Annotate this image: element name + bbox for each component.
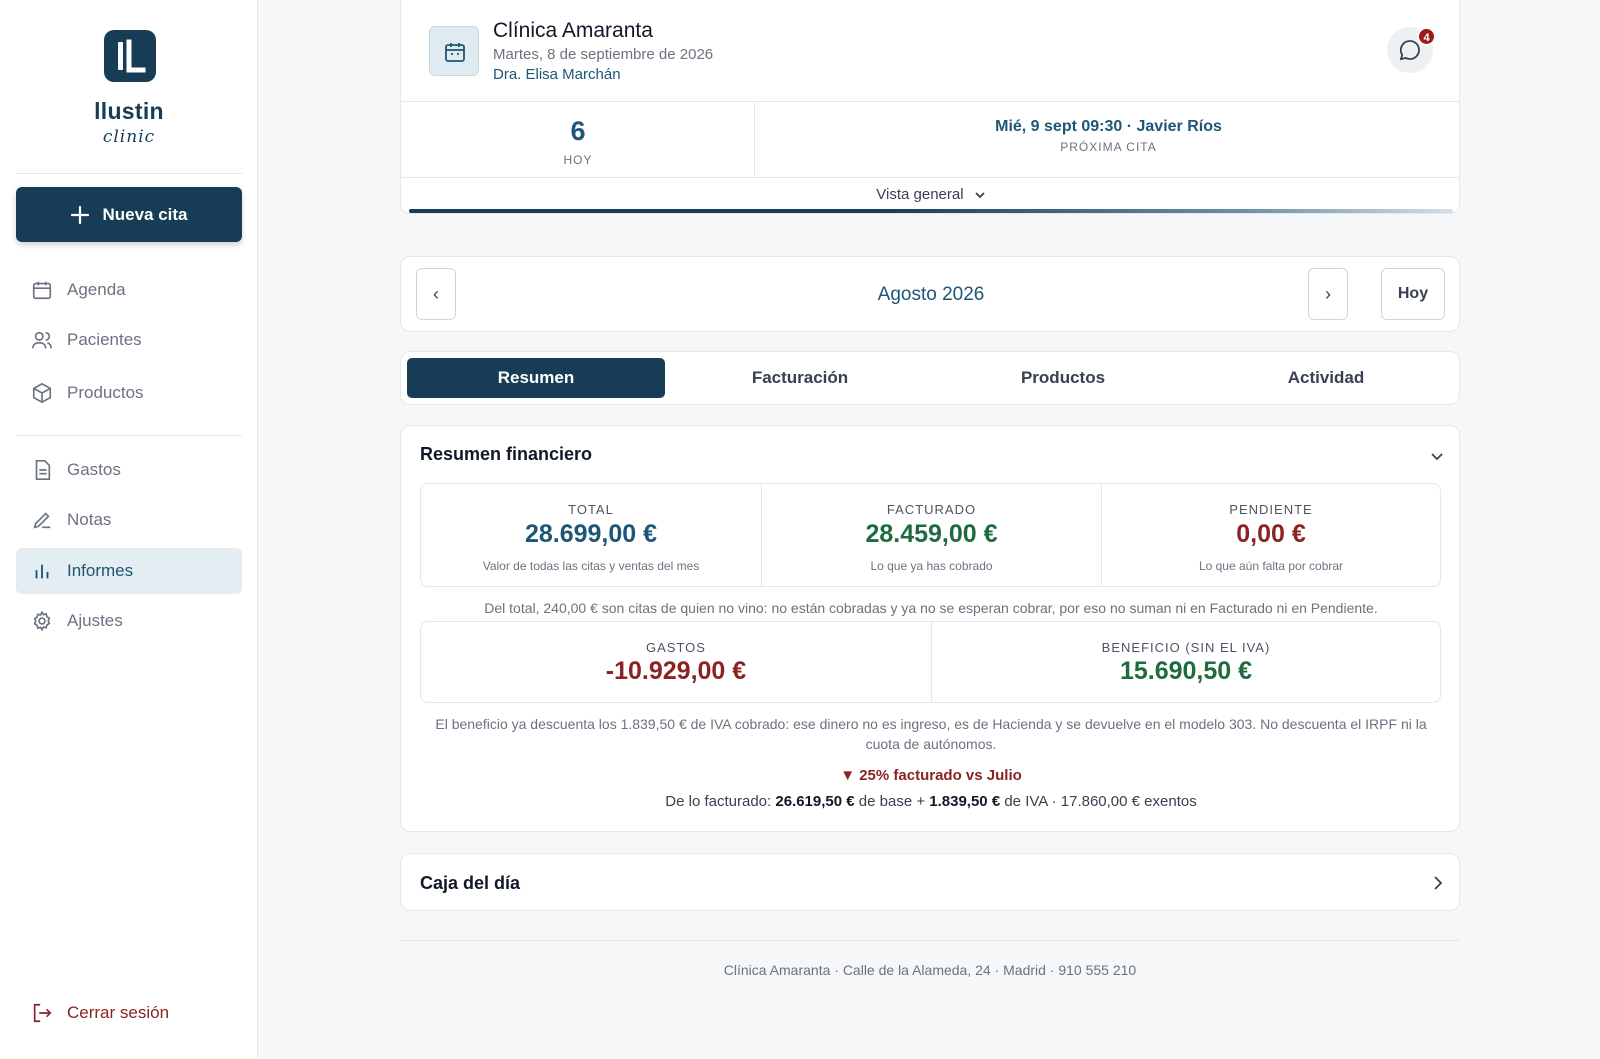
sidebar-item-ajustes[interactable]: Ajustes: [16, 598, 242, 644]
sidebar-divider: [16, 173, 242, 174]
logo-mark-icon: [118, 39, 146, 73]
sidebar-item-gastos[interactable]: Gastos: [16, 447, 242, 493]
profit-label: BENEFICIO (SIN EL IVA): [1101, 640, 1271, 655]
clinic-name: Clínica Amaranta: [493, 19, 653, 42]
current-date: Martes, 8 de septiembre de 2026: [493, 46, 714, 63]
today-label: HOY: [563, 153, 593, 167]
invoiced-breakdown: De lo facturado: 26.619,50 € de base + 1…: [401, 793, 1461, 810]
pencil-icon: [33, 512, 51, 529]
document-icon: [35, 460, 51, 480]
clinic-header: Clínica Amaranta Martes, 8 de septiembre…: [400, 0, 1460, 214]
sidebar-item-label: Ajustes: [67, 611, 123, 630]
sidebar-item-pacientes[interactable]: Pacientes: [16, 317, 242, 363]
invoiced-description: Lo que ya has cobrado: [870, 559, 993, 573]
month-title: Agosto 2026: [877, 284, 985, 305]
invoiced-trend: ▼ 25% facturado vs Julio: [840, 767, 1022, 784]
sidebar-item-agenda[interactable]: Agenda: [16, 267, 242, 313]
tab-facturacion[interactable]: Facturación: [671, 358, 929, 398]
brand-subtitle: clinic: [102, 127, 156, 147]
logout-label: Cerrar sesión: [67, 1003, 170, 1022]
report-tabs: Resumen Facturación Productos Actividad: [400, 351, 1460, 405]
sidebar-item-label: Gastos: [67, 460, 121, 479]
sidebar-divider: [16, 435, 242, 436]
sidebar-item-label: Notas: [67, 510, 112, 529]
chevron-down-icon[interactable]: [1429, 448, 1445, 464]
expenses-label: GASTOS: [646, 640, 706, 655]
month-navigator: ‹ Agosto 2026 › Hoy: [400, 256, 1460, 332]
header-progress-bar: [409, 209, 1453, 213]
cash-box-card[interactable]: Caja del día: [400, 853, 1460, 911]
invoiced-value: 28.459,00 €: [865, 520, 998, 548]
financial-summary: Resumen financiero TOTAL 28.699,00 € Val…: [400, 425, 1460, 832]
footer-divider: [400, 940, 1460, 941]
footer-address: Clínica Amaranta · Calle de la Alameda, …: [723, 962, 1137, 978]
next-appointment-label: PRÓXIMA CITA: [1060, 140, 1157, 154]
stats-row: 6 HOY Mié, 9 sept 09:30 · Javier Ríos PR…: [401, 101, 1459, 178]
expenses-stat: GASTOS -10.929,00 €: [421, 622, 931, 702]
box-icon: [32, 382, 52, 404]
view-selector[interactable]: Vista general: [401, 186, 1459, 203]
tab-resumen[interactable]: Resumen: [407, 358, 665, 398]
gear-icon: [33, 610, 51, 632]
totals-grid: TOTAL 28.699,00 € Valor de todas las cit…: [420, 483, 1441, 587]
today-count: 6: [570, 116, 586, 146]
calendar-icon: [32, 281, 52, 300]
invoiced-stat: FACTURADO 28.459,00 € Lo que ya has cobr…: [761, 484, 1101, 586]
brand-name: llustin: [94, 98, 164, 124]
calendar-icon: [445, 43, 465, 62]
sidebar-item-label: Informes: [67, 561, 134, 580]
total-description: Valor de todas las citas y ventas del me…: [482, 559, 700, 573]
vat-note: El beneficio ya descuenta los 1.839,50 €…: [435, 716, 1427, 752]
chevron-down-icon: [975, 192, 985, 199]
sidebar-item-productos[interactable]: Productos: [16, 370, 242, 416]
users-icon: [32, 331, 52, 349]
app-logo[interactable]: [104, 30, 156, 82]
next-appointment-value: Mié, 9 sept 09:30 · Javier Ríos: [995, 118, 1222, 135]
financial-summary-title: Resumen financiero: [420, 444, 593, 464]
pending-stat: PENDIENTE 0,00 € Lo que aún falta por co…: [1101, 484, 1440, 586]
total-label: TOTAL: [568, 502, 614, 517]
calendar-tile: [429, 26, 479, 76]
sidebar-item-label: Pacientes: [67, 330, 142, 349]
breakdown-vat: 1.839,50 €: [929, 793, 1001, 810]
no-show-note: Del total, 240,00 € son citas de quien n…: [484, 600, 1378, 616]
new-appointment-label: Nueva cita: [102, 204, 188, 224]
sidebar-item-label: Productos: [67, 383, 144, 402]
plus-icon: [71, 205, 90, 224]
profit-stat: BENEFICIO (SIN EL IVA) 15.690,50 €: [931, 622, 1440, 702]
profit-grid: GASTOS -10.929,00 € BENEFICIO (SIN EL IV…: [420, 621, 1441, 703]
messages-badge: 4: [1417, 27, 1436, 46]
invoiced-label: FACTURADO: [886, 502, 977, 517]
sidebar-item-informes[interactable]: Informes: [16, 548, 242, 594]
chevron-right-icon: [1434, 876, 1443, 890]
breakdown-prefix: De lo facturado:: [665, 793, 776, 810]
sidebar-item-label: Agenda: [67, 280, 126, 299]
profit-value: 15.690,50 €: [1119, 657, 1253, 685]
pending-description: Lo que aún falta por cobrar: [1198, 559, 1344, 573]
new-appointment-button[interactable]: Nueva cita: [16, 187, 242, 242]
pending-value: 0,00 €: [1236, 520, 1306, 548]
breakdown-vat-text: de IVA · 17.860,00 € exentos: [1000, 793, 1197, 810]
view-selector-label: Vista general: [876, 186, 964, 203]
sidebar-item-notas[interactable]: Notas: [16, 497, 242, 543]
next-month-button[interactable]: ›: [1308, 268, 1348, 320]
logout-icon: [33, 1003, 52, 1023]
total-stat: TOTAL 28.699,00 € Valor de todas las cit…: [421, 484, 761, 586]
breakdown-base-text: de base +: [854, 793, 930, 810]
today-stat: 6 HOY: [401, 102, 755, 177]
tab-productos[interactable]: Productos: [934, 358, 1192, 398]
today-button[interactable]: Hoy: [1381, 268, 1445, 320]
breakdown-base: 26.619,50 €: [775, 793, 855, 810]
pending-label: PENDIENTE: [1229, 502, 1313, 517]
logout-button[interactable]: Cerrar sesión: [16, 990, 242, 1036]
expenses-value: -10.929,00 €: [605, 657, 747, 685]
cash-box-title: Caja del día: [420, 873, 521, 893]
bar-chart-icon: [35, 564, 49, 579]
total-value: 28.699,00 €: [524, 520, 658, 548]
sidebar: llustin clinic Nueva cita Agenda Pacient…: [0, 0, 258, 1059]
doctor-name: Dra. Elisa Marchán: [493, 66, 621, 83]
next-appointment-stat[interactable]: Mié, 9 sept 09:30 · Javier Ríos PRÓXIMA …: [756, 102, 1459, 177]
tab-actividad[interactable]: Actividad: [1197, 358, 1455, 398]
